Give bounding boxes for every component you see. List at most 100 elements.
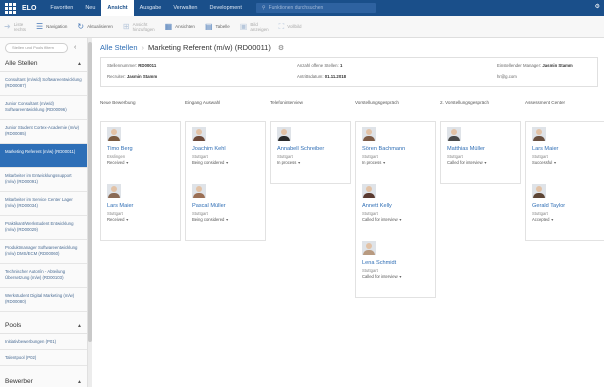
candidate-name[interactable]: Pascal Müller [192, 203, 226, 209]
candidate-status-dropdown[interactable]: In process ▼ [277, 160, 301, 165]
candidate-card[interactable]: Matthias Müller Stuttgart Called for inter… [445, 127, 520, 177]
candidate-status-dropdown[interactable]: Successful ▼ [532, 160, 557, 165]
tab-favoriten[interactable]: Favoriten [44, 0, 79, 16]
avatar-head [536, 129, 542, 135]
candidate-card[interactable]: Annabell Schreiber Stuttgart In process ▼ [275, 127, 350, 177]
candidate-card[interactable]: Lars Maier Stuttgart Received ▼ [105, 184, 180, 234]
candidate-status-dropdown[interactable]: Accepted ▼ [532, 217, 554, 222]
section-header-stellen[interactable]: Alle Stellen ▲ [0, 56, 87, 72]
antrittsdatum-label: Antrittsdatum: [297, 74, 324, 79]
sidebar-item-stelle[interactable]: Consultant (m/w/d) Softwareentwicklung (… [0, 72, 87, 96]
sidebar-item-stelle[interactable]: Marketing Referent (m/w) (RD00011) [0, 144, 87, 168]
sidebar-filter-input[interactable]: Stellen und Pools filtern [5, 43, 68, 53]
candidate-status-dropdown[interactable]: Being considered ▼ [192, 217, 229, 222]
candidate-status-dropdown[interactable]: Called for interview ▼ [362, 274, 402, 279]
chevron-down-icon[interactable]: ▼ [398, 218, 403, 222]
candidate-card[interactable]: Lars Maier Stuttgart Successful ▼ [530, 127, 604, 177]
candidate-status-dropdown[interactable]: Received ▼ [107, 160, 129, 165]
sidebar-item-stelle[interactable]: Werkstudent Digital Marketing (m/w) (RD0… [0, 288, 87, 312]
breadcrumb[interactable]: Alle Stellen [100, 43, 138, 52]
candidate-name[interactable]: Timo Berg [107, 146, 133, 152]
chevron-down-icon[interactable]: ▼ [124, 218, 129, 222]
sidebar-item-pool[interactable]: Initiativbewerbungen (P01) [0, 334, 87, 350]
ribbon-button[interactable]: ⊞ Ansicht hinzufügen [123, 22, 155, 32]
collapse-sidebar-icon[interactable]: ‹ [74, 44, 76, 51]
tab-verwalten[interactable]: Verwalten [167, 0, 203, 16]
candidate-status-dropdown[interactable]: Called for interview ▼ [362, 217, 402, 222]
chevron-down-icon[interactable]: ▼ [224, 218, 229, 222]
ribbon-button[interactable]: ➜ Liste rechts [4, 22, 26, 32]
candidate-status-dropdown[interactable]: Being considered ▼ [192, 160, 229, 165]
candidate-name[interactable]: Annabell Schreiber [277, 146, 324, 152]
tab-neu[interactable]: Neu [79, 0, 101, 16]
settings-icon[interactable]: ⚙ [278, 44, 284, 52]
refresh-icon: ↻ [77, 22, 85, 31]
ribbon-button[interactable]: ▣ Bild anzeigen [240, 22, 269, 32]
chevron-up-icon[interactable]: ▲ [77, 61, 82, 67]
candidate-status-dropdown[interactable]: Called for interview ▼ [447, 160, 487, 165]
section-header-bewerber[interactable]: Bewerber ▲ [0, 374, 87, 387]
page-title: Marketing Referent (m/w) (RD00011) [148, 43, 271, 52]
scrollbar-thumb[interactable] [88, 42, 92, 342]
sidebar-item-stelle[interactable]: Technischer Autor/in - Abteilung Überset… [0, 264, 87, 288]
chevron-down-icon[interactable]: ▼ [549, 218, 554, 222]
chevron-down-icon[interactable]: ▼ [381, 161, 386, 165]
candidate-name[interactable]: Joachim Kehl [192, 146, 226, 152]
candidate-name[interactable]: Matthias Müller [447, 146, 485, 152]
chevron-down-icon[interactable]: ▼ [483, 161, 488, 165]
candidate-card[interactable]: Joachim Kehl Stuttgart Being considered ▼ [190, 127, 265, 177]
candidate-name[interactable]: Gerald Taylor [532, 203, 565, 209]
sidebar-item-stelle[interactable]: Praktikant/Werkstudent Entwicklung (m/w)… [0, 216, 87, 240]
sidebar-item-stelle[interactable]: Junior Student Cortex-Academie (m/w) (RD… [0, 120, 87, 144]
candidate-card[interactable]: Timo Berg Esslingen Received ▼ [105, 127, 180, 177]
column-header: Neue Bewerbung [100, 100, 136, 105]
candidate-status-dropdown[interactable]: Received ▼ [107, 217, 129, 222]
chevron-down-icon[interactable]: ▼ [398, 275, 403, 279]
candidate-card[interactable]: Sören Bachmann Stuttgart In process ▼ [360, 127, 435, 177]
column-header: Telefoninterview [270, 100, 303, 105]
tab-development[interactable]: Development [203, 0, 247, 16]
candidate-status: Being considered [192, 160, 225, 165]
candidate-status: Received [107, 160, 125, 165]
ribbon-button[interactable]: ▦ Ansichten [165, 23, 195, 31]
ribbon-button[interactable]: ▤ Tabelle [205, 23, 230, 31]
app-grid-icon[interactable] [4, 2, 16, 14]
user-menu-icon[interactable]: ⚙ [595, 3, 600, 10]
candidate-name[interactable]: Lena Schmidt [362, 260, 396, 266]
candidate-card[interactable]: Gerald Taylor Stuttgart Accepted ▼ [530, 184, 604, 234]
ribbon-button[interactable]: ⛶ Vollbild [279, 23, 302, 31]
candidate-name[interactable]: Sören Bachmann [362, 146, 405, 152]
chevron-down-icon[interactable]: ▼ [224, 161, 229, 165]
sidebar-item-pool[interactable]: Talentpool (P02) [0, 350, 87, 366]
sidebar-item-stelle[interactable]: Junior Consultant (m/w/d) Softwareentwic… [0, 96, 87, 120]
candidate-location: Stuttgart [362, 268, 378, 273]
chevron-down-icon[interactable]: ▼ [296, 161, 301, 165]
sidebar-item-stelle[interactable]: Mitarbeiter im Entwicklungssupport (m/w)… [0, 168, 87, 192]
tab-ansicht[interactable]: Ansicht [101, 0, 134, 16]
candidate-name[interactable]: Lars Maier [107, 203, 133, 209]
ribbon-button-label: Liste rechts [13, 21, 26, 32]
candidate-status-dropdown[interactable]: In process ▼ [362, 160, 386, 165]
candidate-name[interactable]: Lars Maier [532, 146, 558, 152]
candidate-card[interactable]: Lena Schmidt Stuttgart Called for intervie… [360, 241, 435, 291]
section-header-pools[interactable]: Pools ▲ [0, 318, 87, 334]
chevron-down-icon[interactable]: ▼ [552, 161, 557, 165]
avatar-head [111, 129, 117, 135]
tab-ausgabe[interactable]: Ausgabe [134, 0, 168, 16]
contact-email[interactable]: hr@g.com [497, 74, 517, 79]
chevron-up-icon[interactable]: ▲ [77, 323, 82, 329]
candidate-name[interactable]: Annett Kelly [362, 203, 392, 209]
chevron-up-icon[interactable]: ▲ [77, 379, 82, 385]
function-search-input[interactable]: ⚲ Funktionen durchsuchen [255, 3, 376, 13]
sidebar-scrollbar[interactable] [88, 38, 92, 387]
avatar-head [366, 129, 372, 135]
pipeline-column: Matthias Müller Stuttgart Called for inter… [440, 121, 521, 184]
sidebar-item-stelle[interactable]: Mitarbeiter im Service Center Lager (m/w… [0, 192, 87, 216]
candidate-card[interactable]: Pascal Müller Stuttgart Being considered ▼ [190, 184, 265, 234]
ribbon-button[interactable]: ↻ Aktualisieren [77, 22, 112, 31]
sidebar-item-stelle[interactable]: Produktmanager Softwareentwicklung (m/w)… [0, 240, 87, 264]
chevron-down-icon[interactable]: ▼ [124, 161, 129, 165]
ribbon-button[interactable]: ☰ Navigation [36, 23, 67, 31]
candidate-card[interactable]: Annett Kelly Stuttgart Called for intervie… [360, 184, 435, 234]
ribbon-toolbar: ➜ Liste rechts ☰ Navigation ↻ Aktualisieren ⊞ A… [0, 16, 604, 38]
